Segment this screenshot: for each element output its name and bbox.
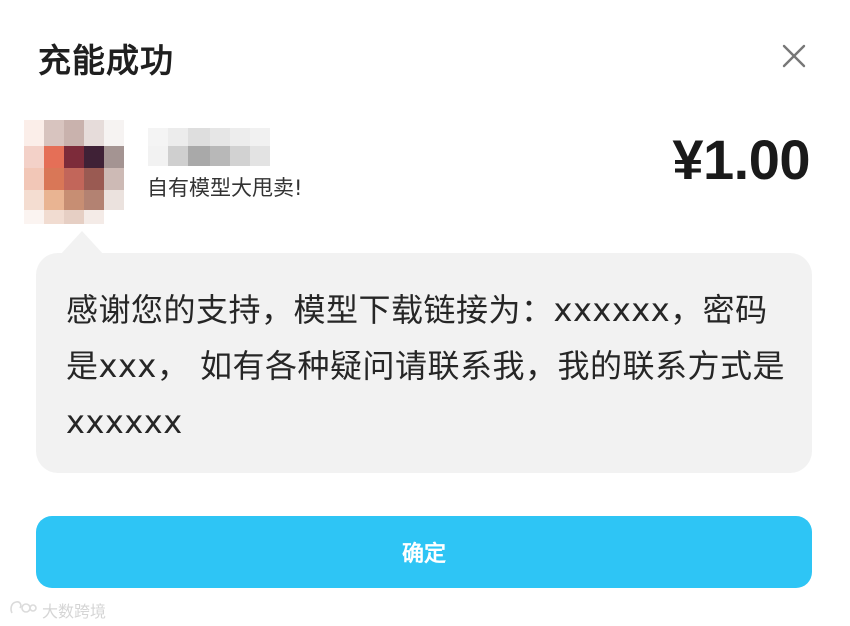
recharge-success-dialog: 充能成功 自有模型大甩卖! ¥1.00 感谢您的支持，模型下载链接为：xxxxx… — [0, 0, 850, 626]
bubble-tail — [60, 231, 104, 255]
dialog-title: 充能成功 — [38, 41, 174, 80]
price-amount: ¥1.00 — [672, 128, 810, 191]
watermark-text: 大数跨境 — [42, 602, 107, 621]
avatar — [24, 120, 124, 224]
watermark: 大数跨境 — [8, 598, 106, 622]
confirm-button[interactable]: 确定 — [36, 516, 812, 588]
username-blurred — [148, 128, 270, 166]
close-icon[interactable] — [774, 36, 814, 76]
message-text: 感谢您的支持，模型下载链接为：xxxxxx，密码是xxx， 如有各种疑问请联系我… — [66, 291, 785, 441]
logo-icon — [8, 599, 38, 621]
shop-subtitle: 自有模型大甩卖! — [147, 176, 303, 200]
